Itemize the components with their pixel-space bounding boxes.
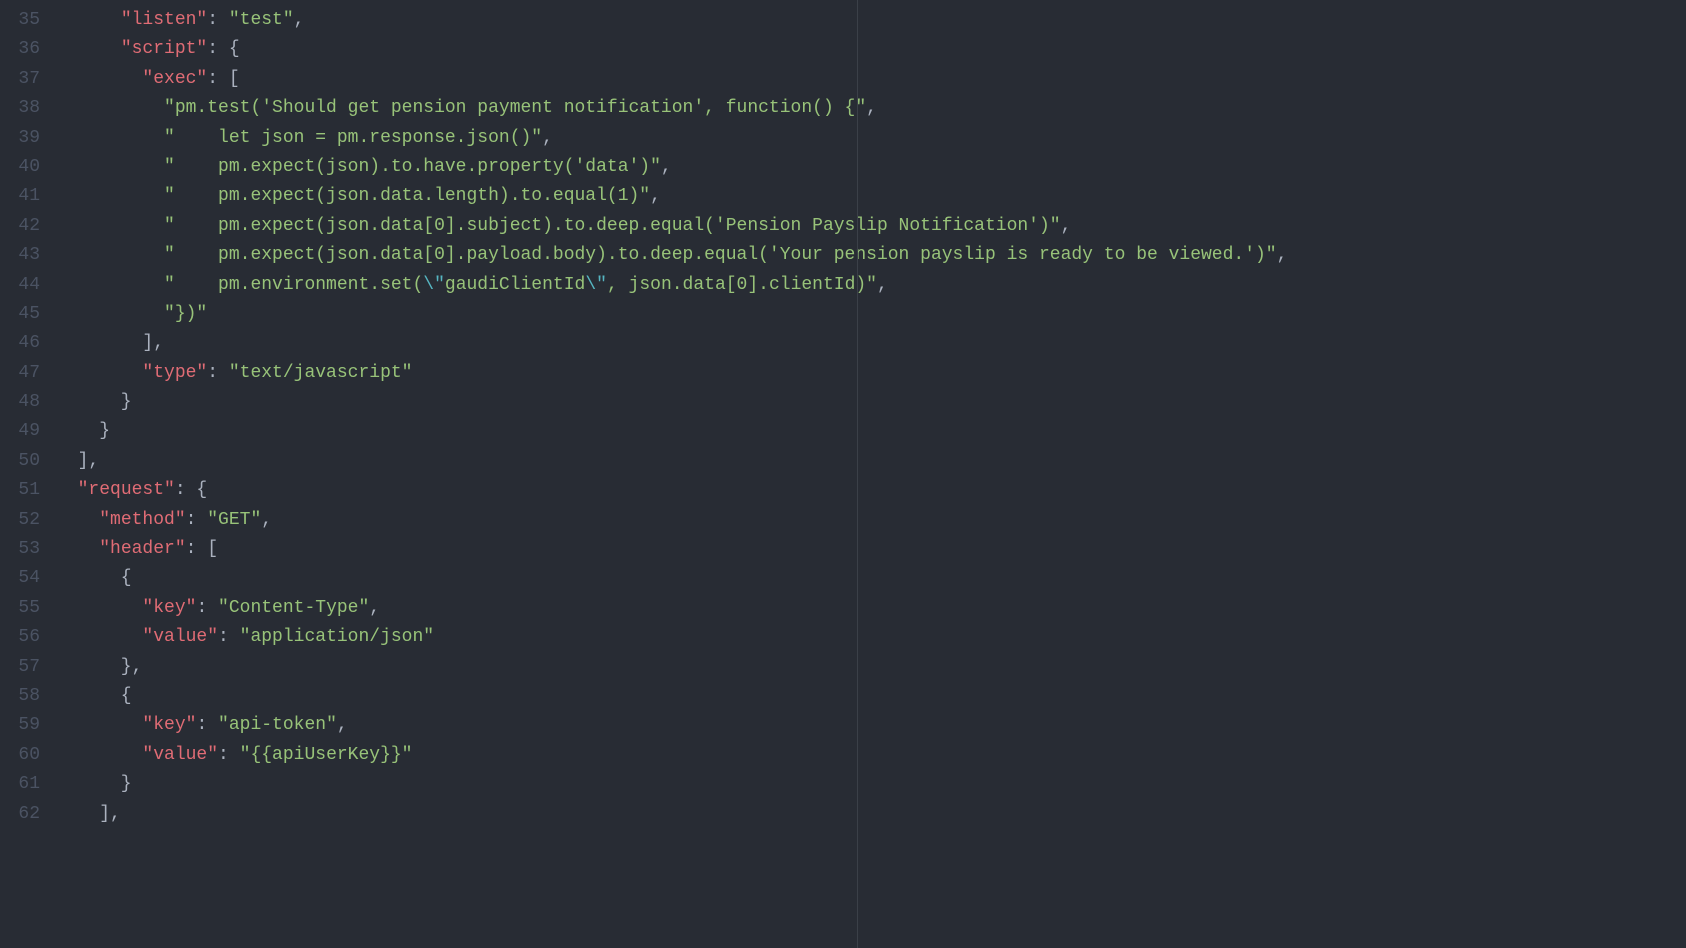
code-line[interactable]: "header": [ — [56, 535, 1686, 564]
code-line[interactable]: " pm.expect(json).to.have.property('data… — [56, 153, 1686, 182]
code-line[interactable]: " pm.expect(json.data[0].subject).to.dee… — [56, 212, 1686, 241]
line-number: 37 — [0, 65, 40, 94]
code-line[interactable]: " pm.environment.set(\"gaudiClientId\", … — [56, 271, 1686, 300]
line-number: 46 — [0, 329, 40, 358]
code-line[interactable]: "value": "application/json" — [56, 623, 1686, 652]
code-line[interactable]: "exec": [ — [56, 65, 1686, 94]
code-line[interactable]: "method": "GET", — [56, 506, 1686, 535]
line-number: 42 — [0, 212, 40, 241]
line-number: 57 — [0, 653, 40, 682]
line-number: 62 — [0, 800, 40, 829]
code-line[interactable]: { — [56, 682, 1686, 711]
line-number: 52 — [0, 506, 40, 535]
code-line[interactable]: "listen": "test", — [56, 6, 1686, 35]
code-line[interactable]: " pm.expect(json.data.length).to.equal(1… — [56, 182, 1686, 211]
code-line[interactable]: } — [56, 388, 1686, 417]
code-line[interactable]: "type": "text/javascript" — [56, 359, 1686, 388]
code-line[interactable]: }, — [56, 653, 1686, 682]
code-line[interactable]: "key": "Content-Type", — [56, 594, 1686, 623]
line-number: 61 — [0, 770, 40, 799]
code-editor[interactable]: 3536373839404142434445464748495051525354… — [0, 0, 1686, 948]
code-line[interactable]: "value": "{{apiUserKey}}" — [56, 741, 1686, 770]
line-number: 44 — [0, 271, 40, 300]
line-number: 56 — [0, 623, 40, 652]
line-number-gutter: 3536373839404142434445464748495051525354… — [0, 0, 56, 948]
code-line[interactable]: "key": "api-token", — [56, 711, 1686, 740]
line-number: 39 — [0, 124, 40, 153]
line-number: 58 — [0, 682, 40, 711]
line-number: 59 — [0, 711, 40, 740]
code-line[interactable]: " pm.expect(json.data[0].payload.body).t… — [56, 241, 1686, 270]
line-number: 53 — [0, 535, 40, 564]
line-number: 60 — [0, 741, 40, 770]
code-line[interactable]: "request": { — [56, 476, 1686, 505]
code-line[interactable]: "})" — [56, 300, 1686, 329]
code-line[interactable]: "pm.test('Should get pension payment not… — [56, 94, 1686, 123]
code-line[interactable]: ], — [56, 447, 1686, 476]
code-line[interactable]: } — [56, 417, 1686, 446]
code-area[interactable]: "listen": "test", "script": { "exec": [ … — [56, 0, 1686, 948]
line-number: 45 — [0, 300, 40, 329]
line-number: 40 — [0, 153, 40, 182]
line-number: 51 — [0, 476, 40, 505]
line-number: 43 — [0, 241, 40, 270]
code-line[interactable]: "script": { — [56, 35, 1686, 64]
code-line[interactable]: } — [56, 770, 1686, 799]
line-number: 55 — [0, 594, 40, 623]
line-number: 35 — [0, 6, 40, 35]
line-number: 54 — [0, 564, 40, 593]
code-line[interactable]: { — [56, 564, 1686, 593]
line-number: 48 — [0, 388, 40, 417]
line-number: 47 — [0, 359, 40, 388]
line-number: 41 — [0, 182, 40, 211]
line-number: 49 — [0, 417, 40, 446]
code-line[interactable]: " let json = pm.response.json()", — [56, 124, 1686, 153]
line-number: 36 — [0, 35, 40, 64]
code-line[interactable]: ], — [56, 329, 1686, 358]
code-line[interactable]: ], — [56, 800, 1686, 829]
line-number: 50 — [0, 447, 40, 476]
line-number: 38 — [0, 94, 40, 123]
